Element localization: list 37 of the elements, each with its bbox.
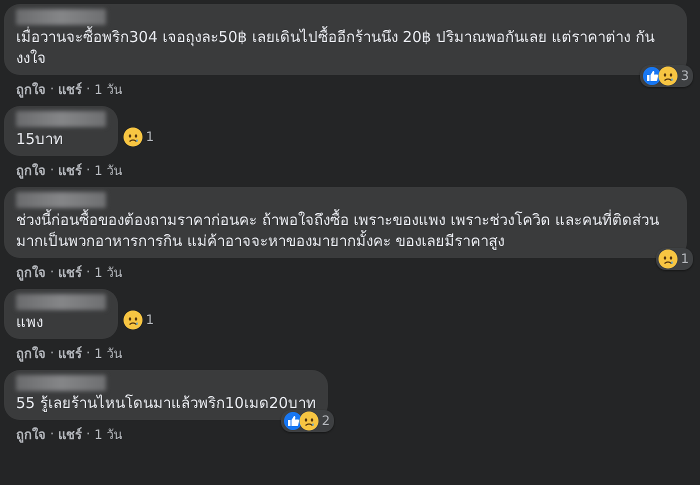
sad-face-icon [658, 249, 678, 269]
comment-text: 15บาท [16, 129, 64, 150]
action-link[interactable]: ถูกใจ [16, 160, 46, 181]
action-link[interactable]: ถูกใจ [16, 343, 46, 364]
sad-face-icon [658, 66, 678, 86]
sad-face-icon [122, 127, 143, 147]
sad-face-icon [298, 411, 319, 431]
reaction-badge[interactable]: 1 [656, 248, 693, 270]
action-link[interactable]: แชร์ [58, 424, 82, 445]
separator-dot: · [86, 82, 90, 97]
separator-dot: · [86, 427, 90, 442]
separator-dot: · [50, 265, 54, 280]
action-link[interactable]: แชร์ [58, 160, 82, 181]
sad-face-icon [122, 310, 143, 330]
action-link[interactable]: ถูกใจ [16, 262, 46, 283]
action-link[interactable]: แชร์ [58, 343, 82, 364]
separator-dot: · [50, 82, 54, 97]
comment-time: 1 วัน [94, 346, 123, 364]
action-link[interactable]: ถูกใจ [16, 424, 46, 445]
separator-dot: · [50, 163, 54, 178]
comment-time: 1 วัน [94, 265, 123, 283]
reaction-badge[interactable]: 2 [280, 410, 334, 432]
reaction-badge[interactable]: 1 [120, 126, 158, 148]
comment-time: 1 วัน [94, 163, 123, 181]
reaction-badge[interactable]: 1 [120, 309, 158, 331]
action-link[interactable]: แชร์ [58, 262, 82, 283]
separator-dot: · [50, 346, 54, 361]
action-link[interactable]: ถูกใจ [16, 79, 46, 100]
comment-time: 1 วัน [94, 82, 123, 100]
comment-text: แพง [16, 312, 44, 333]
separator-dot: · [86, 346, 90, 361]
separator-dot: · [50, 427, 54, 442]
action-link[interactable]: แชร์ [58, 79, 82, 100]
separator-dot: · [86, 163, 90, 178]
separator-dot: · [86, 265, 90, 280]
reaction-badge[interactable]: 3 [640, 65, 693, 87]
comment-time: 1 วัน [94, 427, 123, 445]
